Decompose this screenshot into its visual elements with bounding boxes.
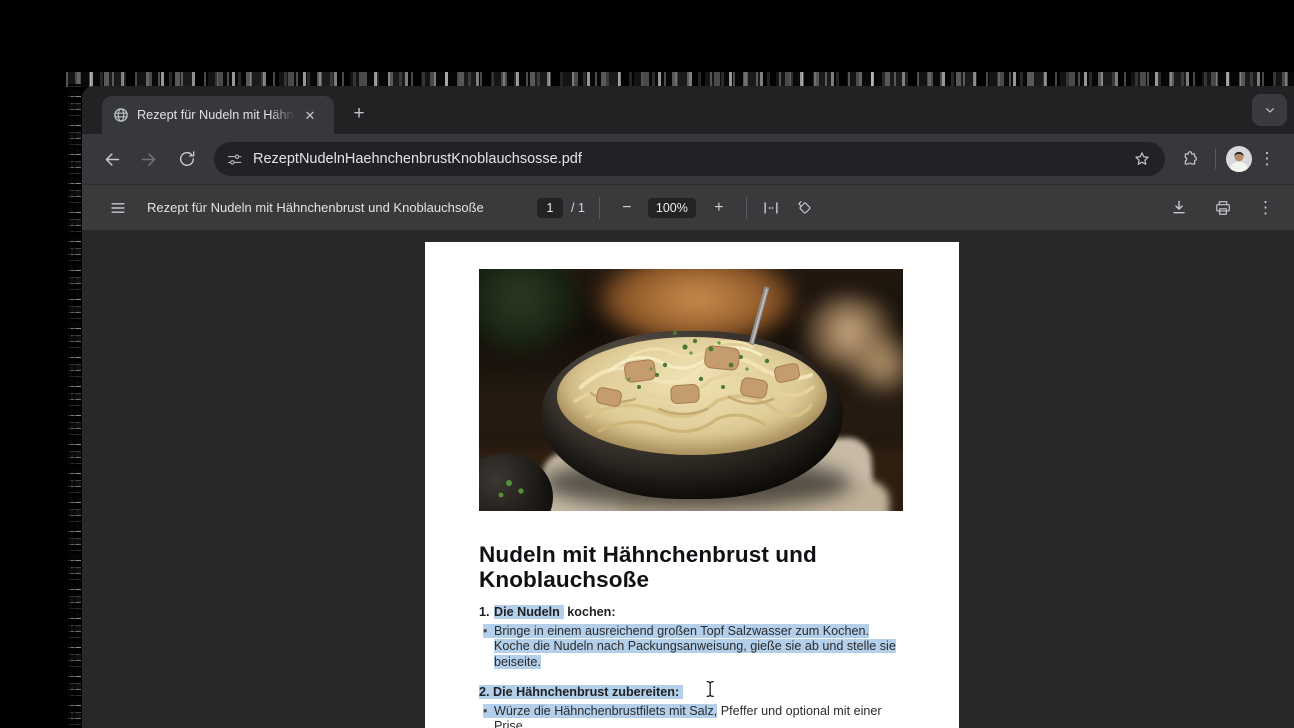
bullet-line: • Bringe in einem ausreichend großen Top… xyxy=(479,624,903,640)
reload-icon xyxy=(177,149,197,169)
step-1-bullets: • Bringe in einem ausreichend großen Top… xyxy=(479,624,903,671)
fit-to-width-button[interactable] xyxy=(761,198,781,218)
window-edge-dither-top xyxy=(66,72,1294,87)
reload-button[interactable] xyxy=(172,144,202,174)
step-title-text: kochen: xyxy=(567,605,615,619)
page-number-input[interactable]: 1 xyxy=(537,198,563,218)
rotate-button[interactable] xyxy=(795,198,815,218)
bullet-line: Koche die Nudeln nach Packungsanweisung,… xyxy=(479,639,903,655)
bullet-line: • Würze die Hähnchenbrustfilets mit Salz… xyxy=(479,704,903,728)
pdf-action-buttons: ⋮ xyxy=(1169,185,1274,230)
globe-favicon-icon xyxy=(113,107,129,123)
tab-search-button[interactable] xyxy=(1252,94,1287,126)
bullet-line: beiseite. xyxy=(479,655,903,671)
selected-text: Würze die Hähnchenbrustfilets mit Salz, xyxy=(483,704,717,718)
zoom-in-button[interactable]: + xyxy=(706,199,732,217)
pdf-toolbar: Rezept für Nudeln mit Hähnchenbrust und … xyxy=(82,184,1294,230)
forward-button[interactable] xyxy=(134,144,164,174)
browser-menu-button[interactable]: ⋮ xyxy=(1252,144,1282,174)
screenshot-stage: Rezept für Nudeln mit Hähn ✕ + xyxy=(0,0,1294,728)
selected-text: Koche die Nudeln nach Packungsanweisung,… xyxy=(494,639,896,653)
back-arrow-icon xyxy=(101,149,122,170)
pdf-page-zoom-controls: 1 / 1 − 100% + xyxy=(537,185,815,230)
print-button[interactable] xyxy=(1213,198,1233,218)
selected-text: 2. Die Hähnchenbrust zubereiten: xyxy=(479,685,683,699)
page-count-label: / 1 xyxy=(571,201,585,215)
new-tab-button[interactable]: + xyxy=(346,101,372,127)
browser-window: Rezept für Nudeln mit Hähn ✕ + xyxy=(82,86,1294,728)
bookmark-button[interactable] xyxy=(1129,146,1155,172)
tab-title: Rezept für Nudeln mit Hähn xyxy=(137,107,295,123)
pdf-page[interactable]: Nudeln mit Hähnchenbrust und Knoblauchso… xyxy=(425,242,959,728)
text-cursor-ibeam xyxy=(704,680,717,698)
step-1-title: 1.Die Nudeln kochen: xyxy=(479,605,903,621)
pdf-menu-hamburger-icon[interactable] xyxy=(108,198,128,218)
tab-close-icon[interactable]: ✕ xyxy=(301,106,319,124)
zoom-level-value[interactable]: 100% xyxy=(648,198,696,218)
selected-text: beiseite. xyxy=(494,655,541,669)
selected-text: Die Nudeln xyxy=(494,605,564,619)
zoom-out-button[interactable]: − xyxy=(614,199,640,217)
pdf-toolbar-divider xyxy=(746,197,747,219)
pdf-more-options-button[interactable]: ⋮ xyxy=(1257,198,1274,218)
avatar-photo xyxy=(1226,146,1252,172)
pdf-viewer[interactable]: Nudeln mit Hähnchenbrust und Knoblauchso… xyxy=(82,230,1294,728)
bookmark-star-icon xyxy=(1132,149,1152,169)
bullet-glyph: • xyxy=(483,624,487,640)
photo-pasta-detail xyxy=(479,269,903,511)
recipe-heading: Nudeln mit Hähnchenbrust und Knoblauchso… xyxy=(479,542,869,592)
extensions-puzzle-icon xyxy=(1180,149,1200,169)
step-2-title: 2. Die Hähnchenbrust zubereiten: xyxy=(479,685,903,701)
selected-text: Bringe in einem ausreichend großen Topf … xyxy=(483,624,869,638)
pdf-document-title: Rezept für Nudeln mit Hähnchenbrust und … xyxy=(147,200,484,215)
window-edge-dither-left xyxy=(68,84,81,728)
recipe-photo xyxy=(479,269,903,511)
extensions-button[interactable] xyxy=(1175,144,1205,174)
site-settings-icon[interactable] xyxy=(226,151,243,168)
bullet-glyph: • xyxy=(483,704,487,720)
back-button[interactable] xyxy=(96,144,126,174)
kebab-menu-icon: ⋮ xyxy=(1259,149,1276,169)
browser-toolbar: RezeptNudelnHaehnchenbrustKnoblauchsosse… xyxy=(82,134,1294,184)
url-text[interactable]: RezeptNudelnHaehnchenbrustKnoblauchsosse… xyxy=(253,151,1129,167)
step-2-bullets: • Würze die Hähnchenbrustfilets mit Salz… xyxy=(479,704,903,728)
download-button[interactable] xyxy=(1169,198,1189,218)
forward-arrow-icon xyxy=(139,149,160,170)
tab-strip: Rezept für Nudeln mit Hähn ✕ + xyxy=(82,86,1294,134)
chevron-down-icon xyxy=(1262,102,1278,118)
pdf-toolbar-divider xyxy=(599,197,600,219)
profile-avatar[interactable] xyxy=(1226,146,1252,172)
address-bar[interactable]: RezeptNudelnHaehnchenbrustKnoblauchsosse… xyxy=(214,142,1165,176)
toolbar-divider xyxy=(1215,149,1216,169)
tab-active[interactable]: Rezept für Nudeln mit Hähn ✕ xyxy=(102,96,334,134)
step-number: 1. xyxy=(479,605,494,621)
